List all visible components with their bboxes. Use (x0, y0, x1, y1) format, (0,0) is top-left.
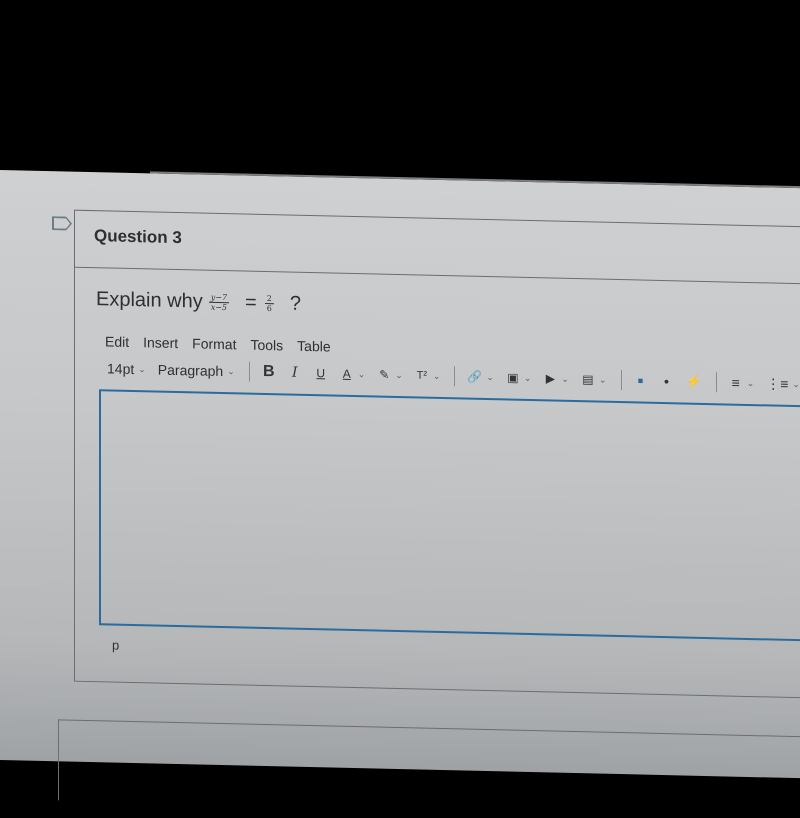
text-color-button[interactable]: A ⌄ (340, 366, 366, 383)
toolbar-separator (248, 361, 250, 382)
question-title: Question 3 (94, 226, 182, 248)
question-header: Question 3 (75, 210, 800, 285)
menu-format[interactable]: Format (192, 335, 236, 352)
chevron-down-icon: ⌄ (792, 378, 800, 389)
fraction-right-numerator: 2 (264, 294, 274, 305)
editor-path-label: p (112, 637, 120, 653)
fraction-left-numerator: y−7 (208, 292, 230, 304)
chevron-down-icon: ⌄ (561, 373, 569, 384)
menu-table[interactable]: Table (297, 338, 330, 355)
next-question-card (58, 719, 800, 818)
chevron-down-icon: ⌄ (598, 374, 607, 385)
equals-sign: = (245, 291, 257, 314)
chevron-down-icon: ⌄ (395, 369, 403, 380)
document-icon: ▤ (582, 372, 594, 387)
underline-button[interactable]: U (314, 365, 328, 381)
highlighter-icon: ✎ (379, 367, 390, 382)
equation-icon[interactable]: ■ (634, 372, 648, 388)
chevron-down-icon: ⌄ (486, 371, 494, 382)
fraction-left: y−7 x−5 (208, 292, 230, 313)
bold-button[interactable]: B (262, 363, 276, 380)
apps-plug-icon[interactable]: ⚡ (686, 374, 702, 390)
prompt-text: Explain why (96, 288, 203, 313)
chevron-down-icon: ⌄ (746, 377, 755, 388)
question-card: Question 3 Explain why y−7 x−5 = 2 6 ? E… (74, 209, 800, 699)
font-size-select[interactable]: 14pt ⌄ (107, 360, 146, 377)
toolbar-separator (454, 366, 456, 387)
highlight-color-button[interactable]: ✎ ⌄ (377, 367, 403, 384)
image-icon: ▣ (507, 370, 519, 385)
media-button[interactable]: ▶ ⌄ (543, 370, 569, 387)
superscript-icon: T² (416, 369, 428, 382)
flag-question-icon[interactable] (52, 216, 70, 231)
page-divider (150, 171, 800, 190)
menu-tools[interactable]: Tools (250, 337, 283, 354)
text-color-icon: A (342, 366, 351, 381)
bullet-list-icon: ⋮≡ (766, 374, 789, 392)
italic-button[interactable]: I (288, 365, 302, 381)
link-icon: 🔗 (467, 369, 483, 384)
editor-menubar: Edit Insert Format Tools Table (105, 333, 331, 354)
chevron-down-icon: ⌄ (523, 372, 532, 383)
fraction-left-denominator: x−5 (210, 302, 228, 313)
embed-icon[interactable]: ● (660, 373, 674, 389)
block-format-select[interactable]: Paragraph ⌄ (158, 362, 235, 380)
fraction-right-denominator: 6 (266, 304, 272, 314)
question-prompt: Explain why y−7 x−5 = 2 6 ? (96, 288, 301, 316)
media-icon: ▶ (545, 371, 556, 386)
align-button[interactable]: ≡ ⌄ (729, 375, 755, 392)
answer-editor[interactable] (99, 389, 800, 642)
lms-quiz-page: Question 3 Explain why y−7 x−5 = 2 6 ? E… (0, 170, 800, 818)
menu-edit[interactable]: Edit (105, 333, 129, 350)
list-button[interactable]: ⋮≡ ⌄ (766, 375, 800, 392)
chevron-down-icon: ⌄ (227, 365, 235, 376)
editor-toolbar: 14pt ⌄ Paragraph ⌄ B I U A ⌄ ✎ ⌄ T² ⌄ 🔗 … (107, 358, 800, 394)
align-justify-icon: ≡ (731, 374, 740, 391)
menu-insert[interactable]: Insert (143, 334, 178, 351)
block-format-value: Paragraph (157, 361, 224, 380)
chevron-down-icon: ⌄ (432, 370, 441, 381)
chevron-down-icon: ⌄ (138, 363, 146, 374)
document-button[interactable]: ▤ ⌄ (581, 371, 607, 388)
link-button[interactable]: 🔗 ⌄ (467, 369, 494, 386)
superscript-button[interactable]: T² ⌄ (415, 367, 441, 384)
image-button[interactable]: ▣ ⌄ (506, 369, 532, 386)
toolbar-separator (715, 372, 717, 393)
font-size-value: 14pt (107, 360, 135, 378)
question-mark: ? (289, 292, 301, 315)
fraction-right: 2 6 (264, 294, 274, 314)
toolbar-separator (620, 370, 622, 391)
chevron-down-icon: ⌄ (357, 368, 366, 379)
